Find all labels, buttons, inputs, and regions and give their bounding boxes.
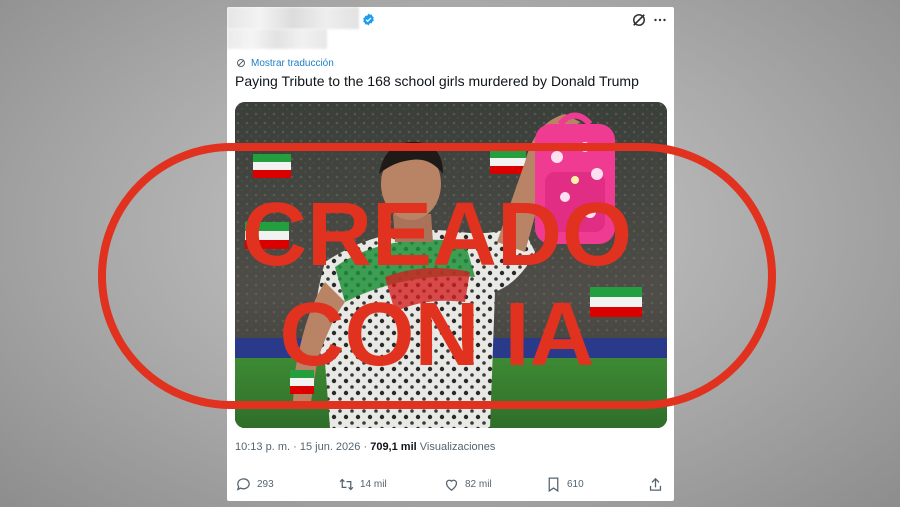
like-count: 82 mil — [465, 479, 492, 490]
more-icon[interactable] — [651, 11, 669, 29]
reply-icon — [236, 478, 250, 491]
tweet-text: Paying Tribute to the 168 school girls m… — [235, 73, 639, 89]
reply-button[interactable]: 293 — [235, 476, 274, 493]
tweet-image[interactable] — [235, 102, 667, 428]
meta-separator: · — [363, 441, 368, 453]
pink-backpack — [535, 112, 615, 244]
like-button[interactable]: 82 mil — [443, 476, 492, 493]
meta-separator: · — [293, 441, 297, 453]
bookmark-icon — [548, 477, 559, 493]
tweet-card: Mostrar traducción Paying Tribute to the… — [227, 7, 674, 501]
retweet-count: 14 mil — [360, 479, 387, 490]
share-icon — [649, 477, 662, 491]
action-bar: 293 14 mil 82 mil 610 — [227, 476, 674, 498]
translate-icon — [237, 59, 245, 67]
player-photo — [235, 102, 667, 428]
bookmark-count: 610 — [567, 479, 584, 490]
retweet-icon — [339, 478, 354, 491]
share-button[interactable] — [647, 476, 664, 493]
like-icon — [445, 479, 458, 491]
retweet-button[interactable]: 14 mil — [338, 476, 387, 493]
tweet-time[interactable]: 10:13 p. m. — [235, 441, 290, 453]
tweet-date[interactable]: 15 jun. 2026 — [300, 441, 361, 453]
verified-badge-icon — [363, 13, 374, 26]
translate-label: Mostrar traducción — [251, 57, 334, 69]
views-count: 709,1 mil — [370, 441, 417, 453]
translate-link[interactable]: Mostrar traducción — [235, 57, 334, 69]
grok-icon[interactable] — [630, 11, 648, 29]
tweet-meta: 10:13 p. m. · 15 jun. 2026 · 709,1 mil V… — [235, 441, 495, 453]
reply-count: 293 — [257, 479, 274, 490]
views-label: Visualizaciones — [419, 441, 496, 453]
bookmark-button[interactable]: 610 — [545, 476, 584, 493]
